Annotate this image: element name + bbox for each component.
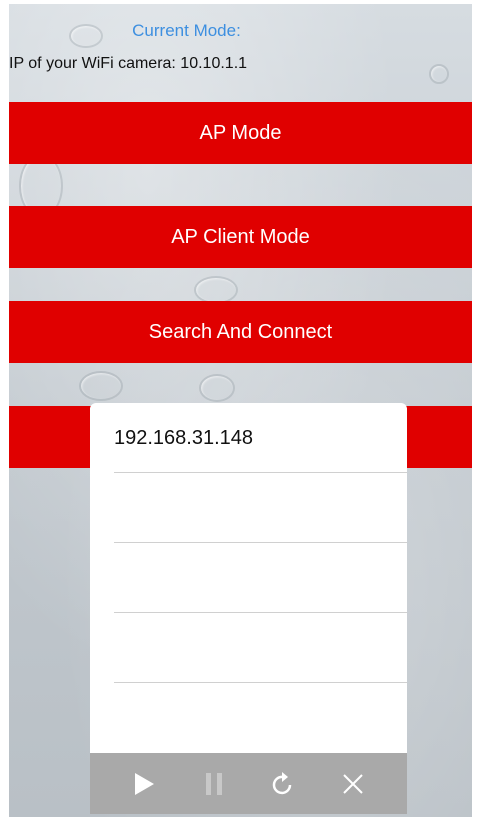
device-list-item[interactable] (114, 613, 407, 683)
device-list: 192.168.31.148 (90, 403, 407, 752)
app-screen: Current Mode: IP of your WiFi camera: 10… (9, 4, 472, 817)
ap-client-mode-button[interactable]: AP Client Mode (9, 206, 472, 268)
ap-mode-button[interactable]: AP Mode (9, 102, 472, 164)
device-list-item[interactable]: 192.168.31.148 (114, 403, 407, 473)
camera-ip-label: IP of your WiFi camera: 10.10.1.1 (9, 55, 248, 72)
water-drop-decoration (79, 371, 123, 401)
search-and-connect-button[interactable]: Search And Connect (9, 301, 472, 363)
device-list-item[interactable] (114, 473, 407, 543)
current-mode-label: Current Mode: (132, 21, 241, 40)
water-drop-decoration (194, 276, 238, 304)
close-icon[interactable] (338, 769, 368, 799)
water-drop-decoration (429, 64, 449, 84)
refresh-icon[interactable] (268, 769, 298, 799)
play-icon[interactable] (129, 769, 159, 799)
device-list-item[interactable] (114, 683, 407, 752)
pause-icon[interactable] (199, 769, 229, 799)
device-list-popup: 192.168.31.148 (90, 403, 407, 814)
device-list-item[interactable] (114, 543, 407, 613)
popup-toolbar (90, 753, 407, 814)
water-drop-decoration (199, 374, 235, 402)
